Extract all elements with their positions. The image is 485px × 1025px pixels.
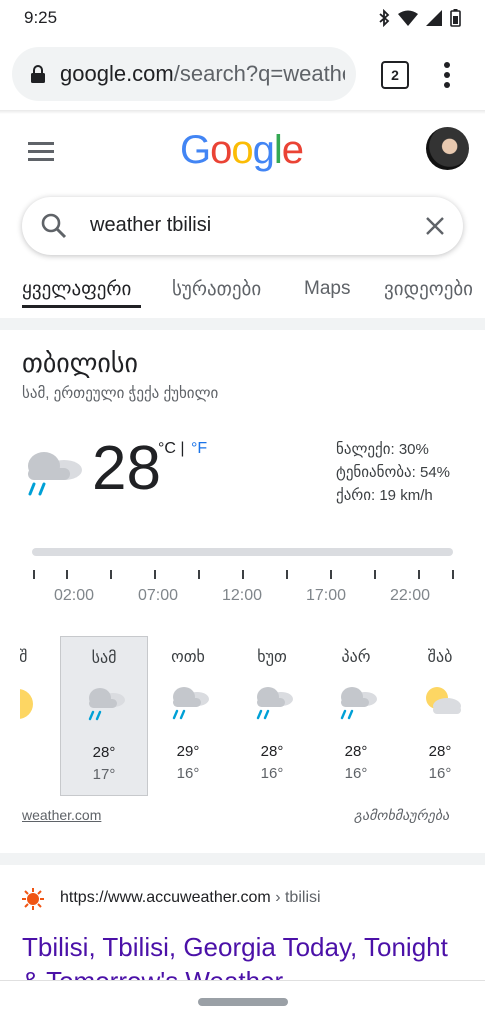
url-host: google.com <box>60 61 174 86</box>
unit-separator: | <box>180 440 185 457</box>
more-options-icon[interactable] <box>436 60 458 90</box>
google-logo[interactable]: Google <box>180 128 304 173</box>
day-forecast[interactable]: ოშ ° ° <box>6 636 60 794</box>
day-low: 16° <box>428 765 452 782</box>
battery-icon <box>450 9 461 27</box>
day-name: სამ <box>91 650 117 667</box>
result-url[interactable]: https://www.accuweather.com › tbilisi <box>60 889 321 907</box>
hour-tick <box>154 570 156 579</box>
day-high: 29° <box>176 743 200 760</box>
unit-celsius[interactable]: °C | <box>158 440 185 458</box>
result-url-breadcrumb: › tbilisi <box>270 889 321 906</box>
url-text[interactable]: google.com/search?q=weathe <box>60 61 345 87</box>
accuweather-favicon-icon <box>22 888 44 910</box>
hour-tick <box>33 570 35 579</box>
sun-icon <box>20 689 33 719</box>
close-icon[interactable] <box>423 214 447 238</box>
url-path: /search?q=weathe <box>173 61 345 86</box>
hour-tick <box>66 570 68 579</box>
section-divider <box>0 318 485 330</box>
result-url-host: https://www.accuweather.com <box>60 889 271 906</box>
hour-label: 07:00 <box>137 587 179 604</box>
day-high: 28° <box>428 743 452 760</box>
rain-cloud-icon <box>88 688 125 721</box>
active-tab-indicator <box>22 305 141 308</box>
tab-switcher-button[interactable]: 2 <box>381 61 409 89</box>
tab-images[interactable]: სურათები <box>172 278 261 301</box>
hour-label: 17:00 <box>305 587 347 604</box>
logo-letter: g <box>252 128 275 172</box>
hour-label: 22:00 <box>389 587 431 604</box>
day-high: 28° <box>260 743 284 760</box>
rain-cloud-icon <box>340 687 377 720</box>
day-low: ° <box>20 765 60 782</box>
hour-label: 02:00 <box>53 587 95 604</box>
partly-cloudy-icon <box>426 687 461 714</box>
wifi-icon <box>398 10 418 26</box>
weather-day-condition: სამ, ერთეული ჭექა ქუხილი <box>22 385 219 402</box>
search-input[interactable]: weather tbilisi <box>90 214 211 237</box>
feedback-link[interactable]: გამოხმაურება <box>354 807 449 824</box>
hour-tick <box>418 570 420 579</box>
day-high: 28° <box>92 744 116 761</box>
hour-tick <box>286 570 288 579</box>
day-forecast-selected[interactable]: სამ 28° 17° <box>60 636 148 796</box>
hour-tick <box>374 570 376 579</box>
search-box[interactable] <box>22 197 463 255</box>
day-low: 16° <box>260 765 284 782</box>
day-low: 16° <box>176 765 200 782</box>
hour-tick <box>330 570 332 579</box>
avatar[interactable] <box>426 127 469 170</box>
precipitation: ნალექი: 30% <box>336 441 429 458</box>
hour-tick <box>452 570 454 579</box>
day-name: შაბ <box>427 649 453 666</box>
rain-cloud-icon <box>28 452 82 496</box>
search-icon[interactable] <box>40 212 68 240</box>
day-name: ოთხ <box>171 649 205 666</box>
hourly-scroll-track[interactable] <box>32 548 453 556</box>
current-temperature: 28 <box>92 434 161 503</box>
rain-cloud-icon <box>256 687 293 720</box>
result-title-link[interactable]: Tbilisi, Tbilisi, Georgia Today, Tonight… <box>22 930 472 982</box>
hour-tick <box>198 570 200 579</box>
logo-letter: o <box>210 128 232 172</box>
tab-all[interactable]: ყველაფერი <box>22 278 131 301</box>
status-icons <box>378 9 461 27</box>
day-low: 17° <box>92 766 116 783</box>
signal-icon <box>426 10 442 26</box>
home-gesture-handle[interactable] <box>198 998 288 1006</box>
hamburger-menu-icon[interactable] <box>28 140 54 162</box>
logo-letter: l <box>273 128 283 172</box>
tab-videos[interactable]: ვიდეოები <box>384 278 473 301</box>
logo-letter: o <box>231 128 253 172</box>
weather-location: თბილისი <box>22 348 138 378</box>
bluetooth-icon <box>379 9 390 27</box>
day-forecast[interactable]: შაბ 28° 16° <box>397 636 483 794</box>
wind: ქარი: 19 km/h <box>336 487 433 504</box>
day-high: 28° <box>344 743 368 760</box>
unit-fahrenheit[interactable]: °F <box>191 440 207 458</box>
toolbar-divider <box>0 110 485 114</box>
hour-label: 12:00 <box>221 587 263 604</box>
tab-maps[interactable]: Maps <box>304 278 350 300</box>
day-name: ხუთ <box>257 649 287 666</box>
rain-cloud-icon <box>172 687 209 720</box>
day-high: ° <box>20 743 60 760</box>
weather-source-link[interactable]: weather.com <box>22 807 101 823</box>
logo-letter: e <box>281 128 304 172</box>
lock-icon <box>31 65 45 83</box>
day-forecast[interactable]: პარ 28° 16° <box>313 636 399 794</box>
section-divider <box>0 853 485 865</box>
day-name: ოშ <box>6 649 28 666</box>
day-name: პარ <box>341 649 371 666</box>
hour-tick <box>242 570 244 579</box>
humidity: ტენიანობა: 54% <box>336 464 451 481</box>
day-forecast[interactable]: ხუთ 28° 16° <box>229 636 315 794</box>
hour-tick <box>110 570 112 579</box>
day-forecast[interactable]: ოთხ 29° 16° <box>145 636 231 794</box>
logo-letter: G <box>180 128 211 172</box>
status-time: 9:25 <box>24 8 58 27</box>
unit-celsius-label: °C <box>158 440 176 457</box>
day-low: 16° <box>344 765 368 782</box>
